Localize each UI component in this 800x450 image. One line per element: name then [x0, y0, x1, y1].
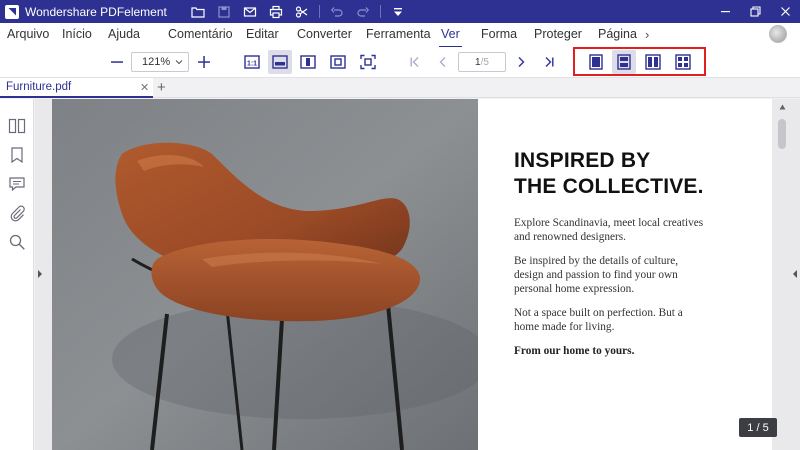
email-icon[interactable] — [237, 0, 263, 23]
open-folder-icon[interactable] — [185, 0, 211, 23]
menu-forma[interactable]: Forma — [481, 27, 517, 45]
minimize-button[interactable] — [710, 0, 740, 23]
actual-size-icon: 1:1 — [247, 61, 257, 68]
menu-bar: Arquivo Início Ajuda Comentário Editar C… — [0, 23, 800, 48]
left-sidebar — [0, 99, 34, 450]
previous-page-button[interactable] — [431, 50, 455, 74]
menu-ver[interactable]: Ver — [439, 27, 462, 48]
menu-proteger[interactable]: Proteger — [534, 27, 582, 45]
chevron-down-icon — [175, 60, 183, 65]
bookmark-icon[interactable] — [8, 146, 26, 164]
menu-inicio[interactable]: Início — [62, 27, 92, 45]
tab-furniture-pdf[interactable]: Furniture.pdf — [0, 78, 153, 98]
divider — [318, 5, 320, 18]
menu-ferramenta[interactable]: Ferramenta — [366, 27, 431, 45]
fit-page-button[interactable] — [326, 50, 350, 74]
divider — [379, 5, 381, 18]
undo-icon[interactable] — [324, 0, 350, 23]
app-title: Wondershare PDFelement — [25, 4, 167, 19]
close-icon[interactable]: ✕ — [140, 81, 149, 94]
pdfelement-logo-icon — [5, 4, 19, 19]
menu-comentario[interactable]: Comentário — [168, 27, 233, 45]
fit-height-button[interactable] — [296, 50, 320, 74]
menu-converter[interactable]: Converter — [297, 27, 352, 45]
paragraph-3: Not a space built on perfection. But a h… — [514, 307, 683, 333]
page-number-input[interactable]: 1 /5 — [458, 52, 506, 72]
zoom-in-button[interactable] — [192, 50, 216, 74]
zoom-out-button[interactable] — [105, 50, 129, 74]
zoom-value: 121% — [142, 56, 171, 68]
thumbnails-icon[interactable] — [8, 117, 26, 135]
last-page-button[interactable] — [537, 50, 561, 74]
page-indicator: 1 / 5 — [739, 418, 777, 437]
redo-icon[interactable] — [350, 0, 376, 23]
document-tab-bar: Furniture.pdf ✕ + — [0, 78, 800, 98]
print-icon[interactable] — [263, 0, 289, 23]
vertical-scrollbar-thumb[interactable] — [778, 119, 786, 149]
fit-width-button[interactable] — [268, 50, 292, 74]
tab-label: Furniture.pdf — [6, 81, 72, 93]
menu-editar[interactable]: Editar — [246, 27, 279, 45]
avatar[interactable] — [769, 25, 787, 43]
highlight-box — [573, 47, 706, 76]
headline-line-2: THE COLLECTIVE. — [514, 175, 704, 198]
headline-line-1: INSPIRED BY — [514, 149, 651, 172]
full-screen-button[interactable] — [356, 50, 380, 74]
next-page-button[interactable] — [509, 50, 533, 74]
quick-access-dropdown-icon[interactable] — [385, 0, 411, 23]
title-bar: Wondershare PDFelement — [0, 0, 800, 23]
paragraph-1: Explore Scandinavia, meet local creative… — [514, 217, 704, 243]
paragraph-2: Be inspired by the details of culture, d… — [514, 255, 679, 295]
close-button[interactable] — [770, 0, 800, 23]
page-text-block: INSPIRED BY THE COLLECTIVE. Explore Scan… — [514, 148, 754, 358]
search-icon[interactable] — [8, 233, 26, 251]
first-page-button[interactable] — [403, 50, 427, 74]
save-icon[interactable] — [211, 0, 237, 23]
actual-size-button[interactable]: 1:1 — [240, 50, 264, 74]
restore-button[interactable] — [740, 0, 770, 23]
add-tab-icon[interactable]: + — [157, 79, 166, 96]
expand-right-panel-icon[interactable] — [792, 269, 798, 279]
menu-arquivo[interactable]: Arquivo — [7, 27, 49, 45]
paragraph-4: From our home to yours. — [514, 345, 635, 357]
zoom-select[interactable]: 121% — [131, 52, 189, 72]
scroll-up-icon[interactable] — [779, 104, 786, 110]
comment-icon[interactable] — [8, 175, 26, 193]
attachment-icon[interactable] — [8, 204, 26, 222]
chair-photo — [52, 99, 478, 450]
chevron-right-icon[interactable]: › — [645, 27, 649, 42]
page-total: /5 — [480, 56, 489, 68]
menu-pagina[interactable]: Página — [598, 27, 637, 45]
scissors-icon[interactable] — [289, 0, 315, 23]
menu-ajuda[interactable]: Ajuda — [108, 27, 140, 45]
expand-left-panel-icon[interactable] — [37, 269, 43, 279]
